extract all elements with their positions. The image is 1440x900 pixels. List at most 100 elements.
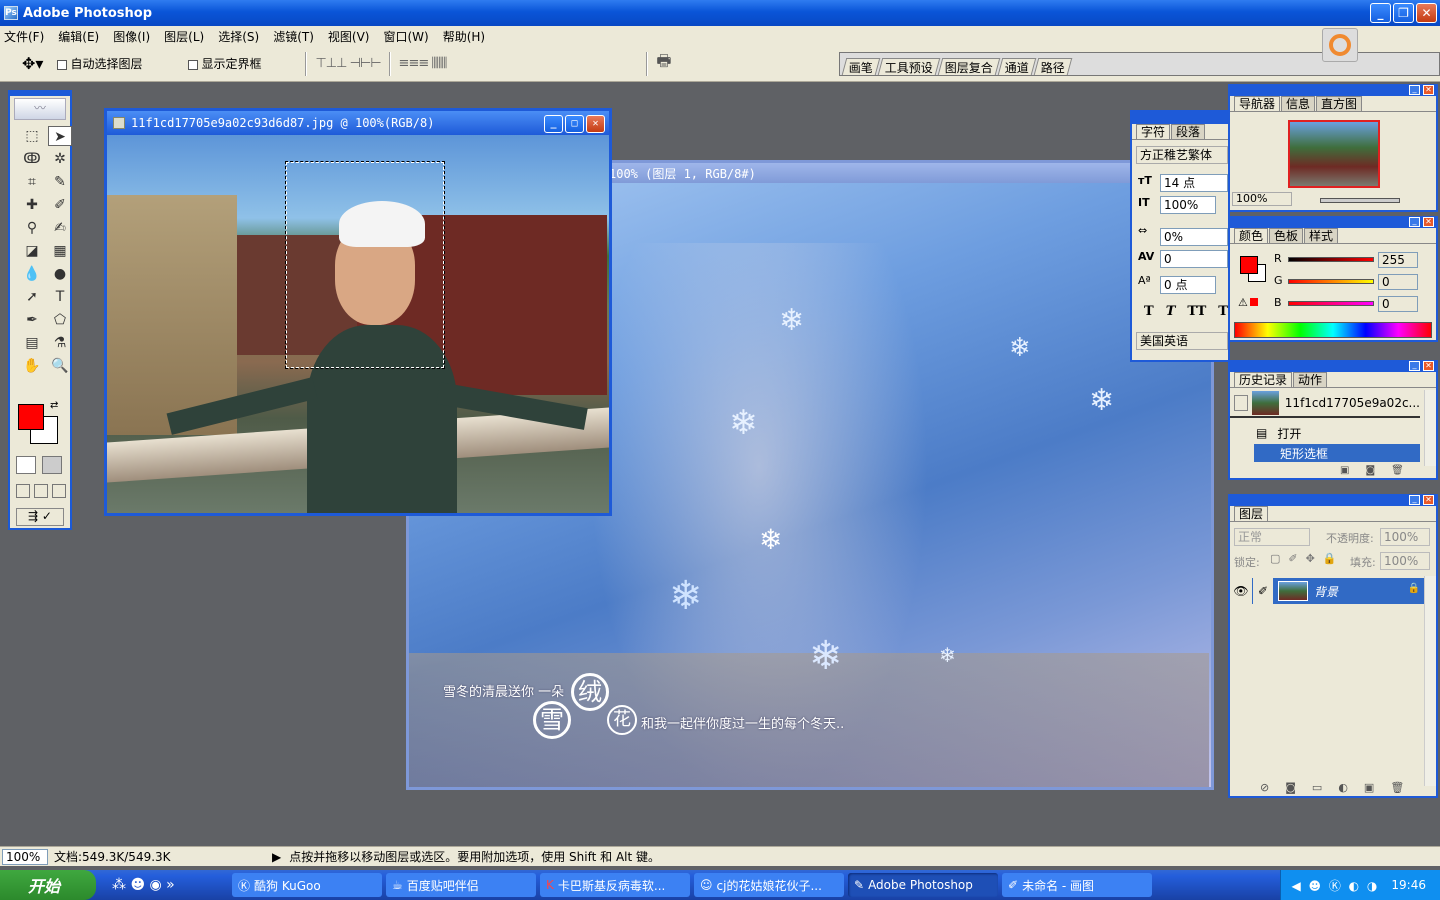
hand-tool-icon[interactable]: ✋ — [20, 356, 44, 376]
tab-swatches[interactable]: 色板 — [1269, 228, 1304, 243]
doc-maximize-button[interactable]: □ — [565, 115, 584, 133]
restore-button[interactable]: ❐ — [1393, 3, 1414, 23]
g-value[interactable]: 0 — [1378, 274, 1418, 290]
faux-italic-button[interactable]: T — [1166, 304, 1176, 319]
lock-buttons[interactable]: ▢ ✐ ✥ 🔒 — [1270, 552, 1337, 565]
all-caps-button[interactable]: TT — [1187, 304, 1206, 319]
tray-icons[interactable]: ◀ ☻ Ⓚ ◐ ◑ — [1291, 877, 1379, 894]
navigator-zoom-slider[interactable] — [1320, 198, 1400, 203]
opacity-field[interactable]: 100% — [1380, 528, 1430, 546]
navigator-close-icon[interactable]: ✕ — [1423, 85, 1434, 95]
document-1-canvas[interactable] — [107, 135, 609, 513]
task-kugoo[interactable]: Ⓚ 酷狗 KuGoo — [232, 873, 382, 897]
layer-row-background[interactable]: 👁 ✐ 背景 🔒 — [1230, 578, 1424, 604]
menu-file[interactable]: 文件(F) — [4, 28, 44, 45]
history-snapshot[interactable]: 11f1cd17705e9a02c... — [1230, 390, 1420, 418]
navigator-minimize-icon[interactable]: _ — [1409, 85, 1420, 95]
tab-histogram[interactable]: 直方图 — [1316, 96, 1363, 111]
type-tool-icon[interactable]: T — [48, 287, 72, 307]
minimize-button[interactable]: _ — [1370, 3, 1391, 23]
layers-close-icon[interactable]: ✕ — [1423, 495, 1434, 505]
faux-bold-button[interactable]: T — [1144, 304, 1154, 319]
kerning-field[interactable]: 0 — [1160, 250, 1228, 268]
doc-close-button[interactable]: ✕ — [586, 115, 605, 133]
navigator-thumbnail[interactable] — [1288, 120, 1380, 188]
b-value[interactable]: 0 — [1378, 296, 1418, 312]
r-slider[interactable] — [1288, 257, 1374, 262]
clock[interactable]: 19:46 — [1391, 878, 1426, 892]
shape-tool-icon[interactable]: ⬠ — [48, 310, 72, 330]
g-slider[interactable] — [1288, 279, 1374, 284]
adobe-online-icon[interactable] — [1322, 28, 1358, 62]
start-button[interactable]: 开始 — [0, 870, 96, 900]
menu-edit[interactable]: 编辑(E) — [58, 28, 99, 45]
menu-layer[interactable]: 图层(L) — [164, 28, 204, 45]
slice-tool-icon[interactable]: ✎ — [48, 172, 72, 192]
tab-color[interactable]: 颜色 — [1234, 228, 1269, 243]
marquee-tool-icon[interactable]: ⬚ — [20, 126, 44, 146]
layers-scrollbar[interactable] — [1424, 576, 1436, 786]
task-paint[interactable]: ✐ 未命名 - 画图 — [1002, 873, 1152, 897]
tab-info[interactable]: 信息 — [1281, 96, 1316, 111]
printer-icon[interactable]: 🖶 — [656, 50, 671, 77]
layers-footer-buttons[interactable]: ⊘ ◙ ▭ ◐ ▣ 🗑 — [1260, 781, 1404, 794]
history-brush-icon[interactable]: ✍ — [48, 218, 72, 238]
brush-source-icon[interactable] — [1234, 395, 1249, 411]
task-baidu[interactable]: ☕ 百度贴吧伴侣 — [386, 873, 536, 897]
lasso-tool-icon[interactable]: ↂ — [20, 149, 44, 169]
distribute-buttons[interactable]: ≡≡≡ ⫼⫼⫼ — [399, 56, 448, 71]
foreground-color-swatch[interactable] — [18, 404, 44, 430]
move-tool-preset-icon[interactable]: ✥▾ — [22, 54, 43, 73]
swap-colors-icon[interactable]: ⇄ — [50, 400, 58, 411]
clone-stamp-icon[interactable]: ⚲ — [20, 218, 44, 238]
tab-layers[interactable]: 图层 — [1234, 506, 1269, 521]
history-minimize-icon[interactable]: _ — [1409, 361, 1420, 371]
history-item-rect-marquee[interactable]: 矩形选框 — [1254, 444, 1420, 462]
well-tab-channels[interactable]: 通道 — [997, 58, 1037, 75]
blur-tool-icon[interactable]: 💧 — [20, 264, 44, 284]
tab-styles[interactable]: 样式 — [1304, 228, 1339, 243]
well-tab-brushes[interactable]: 画笔 — [841, 58, 881, 75]
dodge-tool-icon[interactable]: ● — [48, 264, 72, 284]
task-photoshop[interactable]: ✎ Adobe Photoshop — [848, 873, 998, 897]
path-select-icon[interactable]: ➚ — [20, 287, 44, 307]
zoom-tool-icon[interactable]: 🔍 — [48, 356, 72, 376]
color-fg-swatch[interactable] — [1240, 256, 1258, 274]
move-tool-icon[interactable]: ➤ — [48, 126, 72, 146]
doc-minimize-button[interactable]: _ — [544, 115, 563, 133]
small-caps-button[interactable]: T — [1218, 304, 1228, 319]
crop-tool-icon[interactable]: ⌗ — [20, 172, 44, 192]
brush-tool-icon[interactable]: ✐ — [48, 195, 72, 215]
align-buttons[interactable]: ⊤⊥⊥ ⊣⊢⊢ — [315, 56, 381, 71]
quick-mask-buttons[interactable] — [16, 456, 62, 474]
menu-image[interactable]: 图像(I) — [113, 28, 150, 45]
leading-field[interactable]: 100% — [1160, 196, 1216, 214]
pen-tool-icon[interactable]: ✒ — [20, 310, 44, 330]
task-kaspersky[interactable]: K 卡巴斯基反病毒软... — [540, 873, 690, 897]
status-zoom-field[interactable]: 100% — [2, 848, 48, 865]
jump-to-imageready-icon[interactable]: ⇶ ✓ — [16, 508, 64, 526]
history-scrollbar[interactable] — [1424, 390, 1436, 466]
well-tab-paths[interactable]: 路径 — [1033, 58, 1073, 75]
task-chat[interactable]: ☺ cj的花姑娘花伙子... — [694, 873, 844, 897]
magic-wand-icon[interactable]: ✲ — [48, 149, 72, 169]
document-1-title-bar[interactable]: 11f1cd17705e9a02c93d6d87.jpg @ 100%(RGB/… — [107, 111, 609, 135]
history-footer-buttons[interactable]: ▣ ◙ 🗑 — [1340, 465, 1404, 476]
font-family-field[interactable]: 方正稚艺繁体 — [1136, 146, 1228, 164]
tracking-field[interactable]: 0% — [1160, 228, 1228, 246]
history-close-icon[interactable]: ✕ — [1423, 361, 1434, 371]
fill-field[interactable]: 100% — [1380, 552, 1430, 570]
eyedropper-icon[interactable]: ⚗ — [48, 333, 72, 353]
menu-select[interactable]: 选择(S) — [218, 28, 259, 45]
screen-mode-buttons[interactable] — [16, 484, 66, 498]
tab-paragraph[interactable]: 段落 — [1171, 124, 1206, 139]
gradient-tool-icon[interactable]: ▦ — [48, 241, 72, 261]
status-doc-size[interactable]: 文档:549.3K/549.3K — [54, 848, 272, 865]
menu-filter[interactable]: 滤镜(T) — [273, 28, 314, 45]
quick-launch[interactable]: ⁂ ☻ ◉ » — [96, 877, 228, 893]
show-bounds-checkbox[interactable]: 显示定界框 — [188, 55, 261, 72]
b-slider[interactable] — [1288, 301, 1374, 306]
baseline-shift-field[interactable]: 0 点 — [1160, 276, 1216, 294]
menu-help[interactable]: 帮助(H) — [443, 28, 485, 45]
language-field[interactable]: 美国英语 — [1136, 332, 1228, 350]
